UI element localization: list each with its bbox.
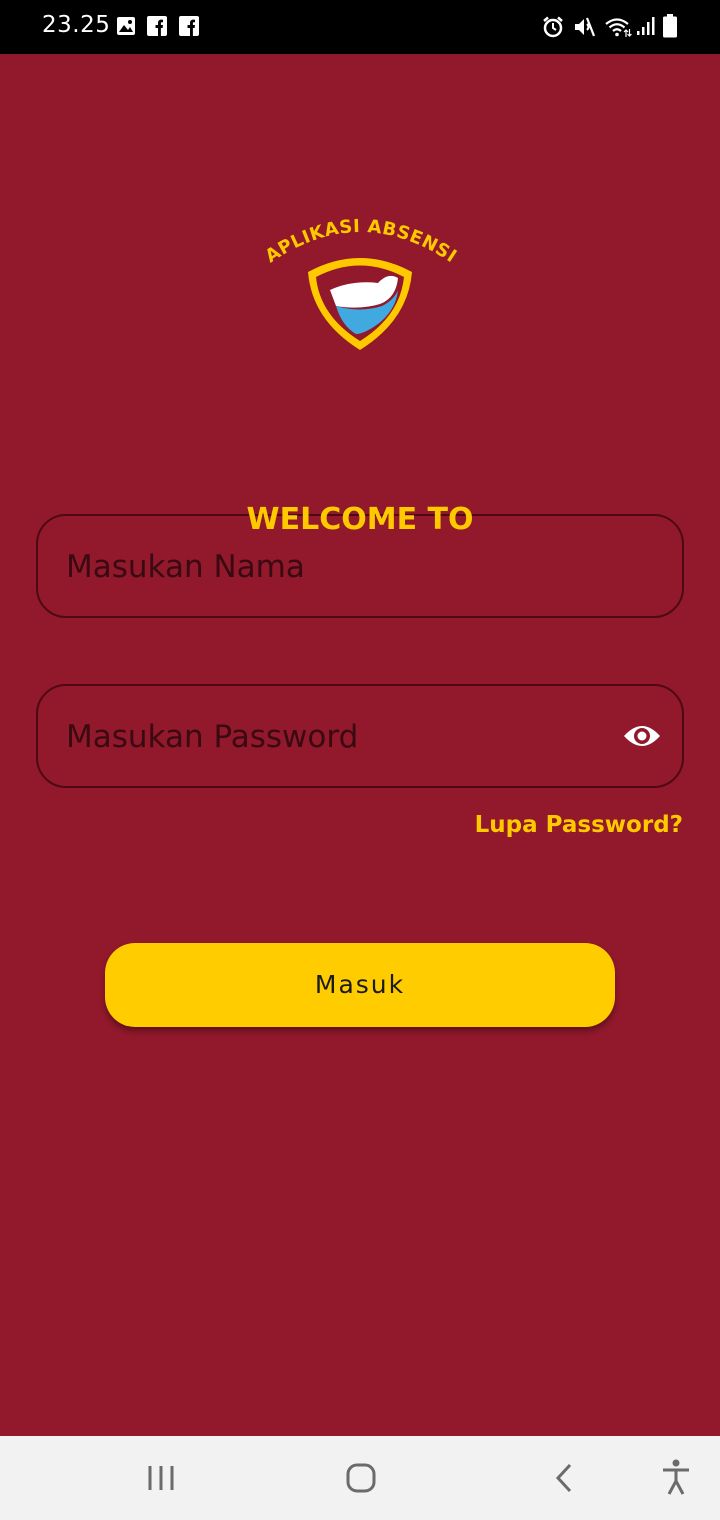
home-icon[interactable] bbox=[339, 1456, 383, 1500]
show-password-icon[interactable] bbox=[622, 720, 662, 752]
status-bar: 23.25 bbox=[0, 0, 720, 54]
status-time: 23.25 bbox=[42, 12, 111, 38]
welcome-heading: WELCOME TO bbox=[246, 502, 474, 537]
recent-apps-icon[interactable] bbox=[139, 1456, 183, 1500]
back-icon[interactable] bbox=[542, 1456, 586, 1500]
facebook-icon bbox=[179, 16, 199, 36]
login-button[interactable]: Masuk bbox=[105, 943, 615, 1027]
navigation-bar bbox=[0, 1436, 720, 1520]
accessibility-icon[interactable] bbox=[654, 1456, 698, 1500]
forgot-password-link[interactable]: Lupa Password? bbox=[475, 812, 683, 838]
app-logo: APLIKASI ABSENSI bbox=[260, 210, 460, 360]
password-input[interactable] bbox=[64, 686, 608, 788]
password-field-container bbox=[36, 684, 684, 788]
signal-icon bbox=[636, 16, 656, 36]
facebook-icon bbox=[147, 16, 167, 36]
mute-icon bbox=[573, 16, 595, 37]
battery-icon bbox=[663, 14, 677, 38]
wifi-icon bbox=[604, 16, 632, 37]
alarm-icon bbox=[542, 16, 563, 38]
image-icon bbox=[116, 16, 136, 36]
